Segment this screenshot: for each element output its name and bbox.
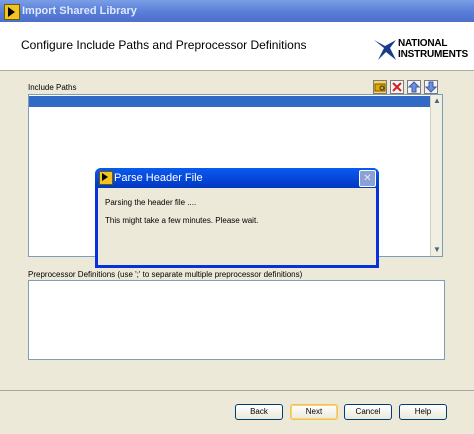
labview-icon [4,4,20,20]
scroll-down-icon[interactable]: ▼ [433,245,441,254]
divider [0,390,474,391]
move-up-icon [407,81,421,93]
move-down-button[interactable] [424,80,438,94]
move-up-button[interactable] [407,80,421,94]
delete-button[interactable] [390,80,404,94]
preprocessor-label: Preprocessor Definitions (use ';' to sep… [28,270,303,279]
dialog-titlebar[interactable]: Parse Header File ✕ [95,168,379,188]
scrollbar[interactable]: ▲ ▼ [430,95,442,256]
browse-button[interactable] [373,80,387,94]
page-title: Configure Include Paths and Preprocessor… [21,38,307,52]
help-button[interactable]: Help [399,404,447,420]
dialog-wait-text: This might take a few minutes. Please wa… [105,216,259,225]
scroll-up-icon[interactable]: ▲ [433,96,441,105]
dialog-message: Parsing the header file .... [105,198,197,207]
next-button[interactable]: Next [290,404,338,420]
logo-line2: INSTRUMENTS [398,49,469,60]
window-title: Import Shared Library [22,5,137,17]
labview-icon [99,171,113,185]
move-down-icon [424,81,438,93]
folder-browse-icon [374,83,386,92]
close-icon[interactable]: ✕ [359,170,376,187]
preprocessor-definitions-field[interactable] [28,280,445,360]
ni-eagle-icon [374,40,396,60]
dialog-title: Parse Header File [114,172,203,184]
parse-header-dialog: Parse Header File ✕ Parsing the header f… [95,168,379,268]
ni-logo-text: NATIONAL INSTRUMENTS [398,38,468,60]
include-paths-label: Include Paths [28,83,77,92]
list-item-selected[interactable] [29,96,432,107]
logo-line1: NATIONAL [398,38,448,49]
delete-x-icon [392,82,402,92]
back-button[interactable]: Back [235,404,283,420]
ni-logo: NATIONAL INSTRUMENTS [372,36,468,66]
dialog-body: Parsing the header file .... This might … [98,188,376,265]
wizard-header: Configure Include Paths and Preprocessor… [0,22,474,71]
window-titlebar[interactable]: Import Shared Library [0,0,474,22]
cancel-button[interactable]: Cancel [344,404,392,420]
